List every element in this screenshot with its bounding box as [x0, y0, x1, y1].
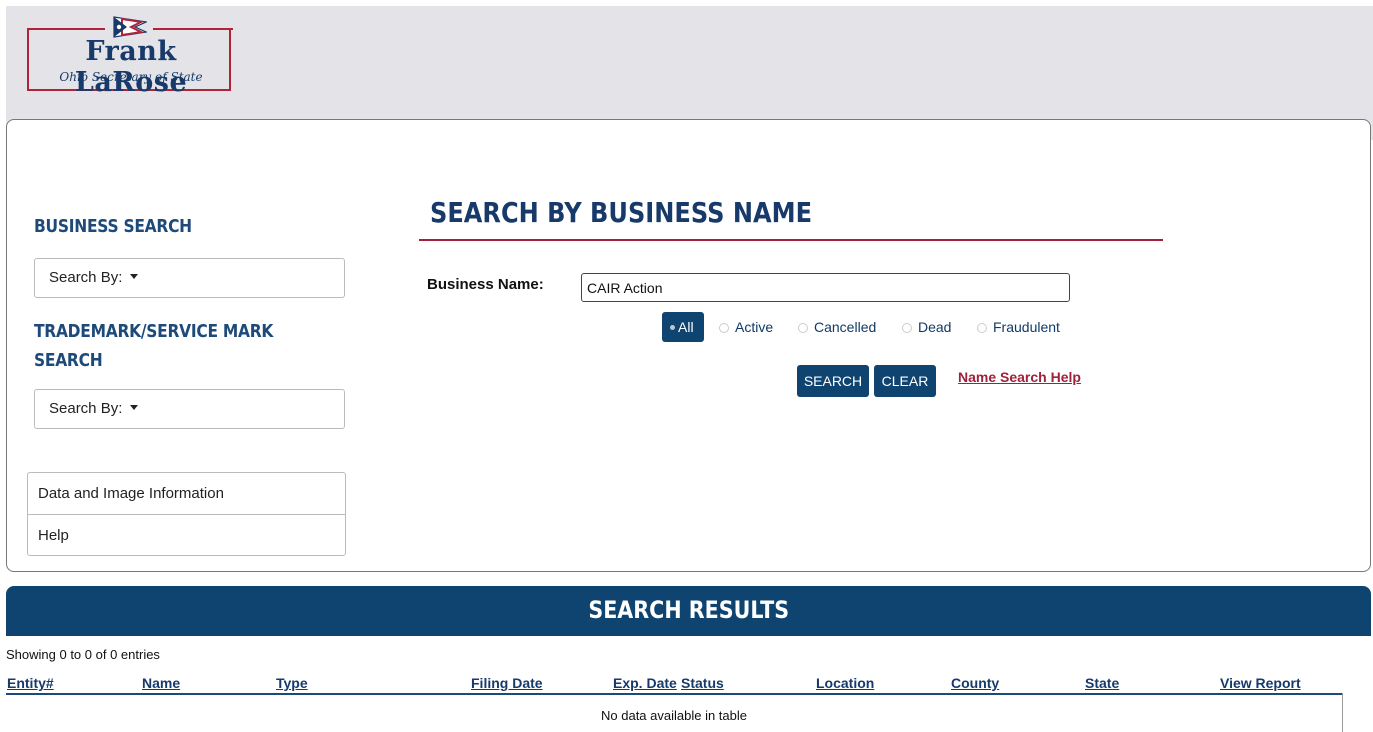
results-title: SEARCH RESULTS — [588, 596, 789, 624]
page-title: SEARCH BY BUSINESS NAME — [430, 196, 813, 229]
radio-unselected-icon — [719, 323, 729, 333]
dropdown-label: Search By: — [49, 400, 123, 417]
business-name-input[interactable] — [581, 273, 1070, 302]
secretary-of-state-logo[interactable]: Frank LaRose Ohio Secretary of State — [27, 16, 235, 98]
logo-name: Frank LaRose — [74, 36, 188, 98]
column-header-status[interactable]: Status — [681, 675, 724, 691]
caret-down-icon — [130, 405, 139, 410]
help-link[interactable]: Help — [28, 514, 345, 555]
radio-unselected-icon — [798, 323, 808, 333]
name-search-help-link[interactable]: Name Search Help — [958, 369, 1081, 385]
logo-subtitle: Ohio Secretary of State — [59, 70, 203, 84]
empty-table-message: No data available in table — [601, 708, 747, 723]
trademark-search-heading: TRADEMARK/SERVICE MARK SEARCH — [34, 317, 273, 375]
column-header-filing-date[interactable]: Filing Date — [471, 675, 543, 691]
column-header-location[interactable]: Location — [816, 675, 874, 691]
entries-count: Showing 0 to 0 of 0 entries — [6, 647, 160, 662]
column-header-entity[interactable]: Entity# — [7, 675, 54, 691]
caret-down-icon — [130, 274, 139, 279]
clear-button[interactable]: CLEAR — [874, 365, 936, 397]
radio-label: All — [678, 319, 694, 335]
radio-label: Fraudulent — [993, 319, 1060, 335]
radio-label: Active — [735, 319, 774, 335]
status-radio-fraudulent[interactable]: Fraudulent — [977, 319, 1060, 335]
trademark-search-by-dropdown[interactable]: Search By: — [34, 389, 345, 429]
radio-unselected-icon — [977, 323, 987, 333]
info-links-list: Data and Image Information Help — [27, 472, 346, 556]
radio-label: Cancelled — [814, 319, 877, 335]
table-edge — [1342, 693, 1343, 732]
title-divider — [419, 239, 1163, 241]
search-button[interactable]: SEARCH — [797, 365, 869, 397]
ohio-flag-icon — [113, 16, 147, 38]
data-and-image-information-link[interactable]: Data and Image Information — [28, 473, 345, 514]
column-header-view-report[interactable]: View Report — [1220, 675, 1301, 691]
column-header-county[interactable]: County — [951, 675, 999, 691]
status-radio-dead[interactable]: Dead — [902, 319, 951, 335]
search-results-header: SEARCH RESULTS — [6, 586, 1371, 636]
radio-unselected-icon — [902, 323, 912, 333]
results-title-wrap: SEARCH RESULTS — [6, 596, 1371, 624]
radio-label: Dead — [918, 319, 952, 335]
trademark-heading-line: SEARCH — [34, 350, 103, 371]
table-header-divider — [6, 693, 1342, 695]
radio-selected-icon — [670, 325, 675, 330]
column-header-name[interactable]: Name — [142, 675, 180, 691]
dropdown-label: Search By: — [49, 269, 123, 286]
status-radio-all[interactable]: All — [662, 312, 704, 342]
business-search-by-dropdown[interactable]: Search By: — [34, 258, 345, 298]
column-header-state[interactable]: State — [1085, 675, 1119, 691]
business-search-heading: BUSINESS SEARCH — [34, 216, 192, 237]
column-header-type[interactable]: Type — [276, 675, 308, 691]
status-radio-cancelled[interactable]: Cancelled — [798, 319, 876, 335]
trademark-heading-line: TRADEMARK/SERVICE MARK — [34, 321, 274, 342]
status-radio-active[interactable]: Active — [719, 319, 773, 335]
column-header-exp-date[interactable]: Exp. Date — [613, 675, 677, 691]
business-name-label: Business Name: — [427, 276, 544, 293]
